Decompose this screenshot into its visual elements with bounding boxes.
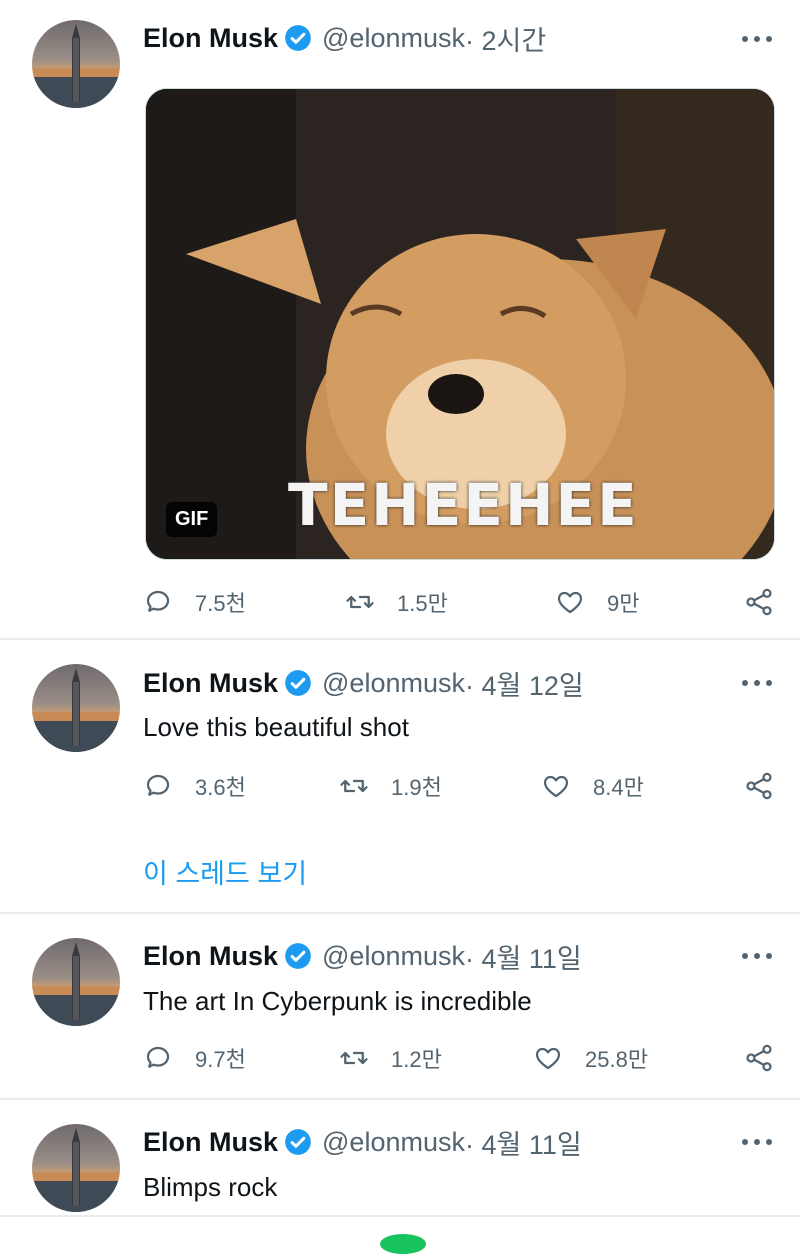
author-handle[interactable]: @elonmusk	[322, 941, 465, 972]
reply-icon	[146, 774, 170, 796]
like-count: 25.8만	[585, 1047, 649, 1072]
more-options-icon[interactable]	[742, 946, 772, 966]
retweet-button[interactable]: 1.9천	[339, 768, 442, 804]
tweet[interactable]: Elon Musk @elonmusk · 4월 11일 Blimps rock	[0, 1100, 800, 1241]
gif-media[interactable]: TEHEEHEE GIF	[145, 88, 775, 560]
like-count: 9만	[607, 591, 640, 616]
show-thread-link[interactable]: 이 스레드 보기	[143, 852, 307, 891]
avatar-image	[32, 942, 120, 1026]
share-button[interactable]	[743, 584, 775, 620]
reply-count: 7.5천	[195, 591, 246, 616]
share-icon	[746, 1044, 772, 1072]
verified-badge-icon	[285, 670, 311, 696]
retweet-icon	[340, 779, 368, 793]
verified-badge-icon	[285, 25, 311, 51]
tweet-time[interactable]: · 4월 12일	[465, 664, 584, 703]
tweet-text: Love this beautiful shot	[143, 712, 409, 742]
avatar[interactable]	[32, 664, 120, 752]
gif-caption: TEHEEHEE	[288, 471, 639, 539]
verified-badge-icon	[285, 1129, 311, 1155]
avatar[interactable]	[32, 20, 120, 108]
retweet-icon	[340, 1051, 368, 1065]
share-button[interactable]	[743, 1040, 775, 1076]
retweet-button[interactable]: 1.2만	[339, 1040, 442, 1076]
tweet-time[interactable]: · 2시간	[465, 19, 546, 58]
retweet-count: 1.2만	[391, 1047, 442, 1072]
like-button[interactable]: 9만	[555, 584, 639, 620]
more-options-icon[interactable]	[742, 673, 772, 693]
tweet[interactable]: Elon Musk @elonmusk · 4월 12일 Love this b…	[0, 640, 800, 914]
reply-count: 3.6천	[195, 775, 246, 800]
retweet-icon	[346, 595, 374, 609]
like-icon	[535, 1047, 561, 1070]
tweet[interactable]: Elon Musk @elonmusk · 2시간 TEHEEHEE GIF 7…	[0, 0, 800, 640]
compose-fab[interactable]	[380, 1234, 426, 1254]
author-name[interactable]: Elon Musk	[143, 1127, 278, 1158]
like-icon	[557, 591, 583, 614]
author-handle[interactable]: @elonmusk	[322, 1127, 465, 1158]
avatar-image	[32, 668, 120, 752]
avatar-image	[32, 1128, 120, 1212]
avatar-image	[32, 24, 120, 108]
gif-badge: GIF	[166, 502, 218, 537]
tweet-text: Blimps rock	[143, 1172, 278, 1202]
like-button[interactable]: 8.4만	[541, 768, 644, 804]
reply-button[interactable]: 3.6천	[143, 768, 246, 804]
divider	[0, 1215, 800, 1217]
tweet-text: The art In Cyberpunk is incredible	[143, 986, 532, 1016]
share-button[interactable]	[743, 768, 775, 804]
retweet-button[interactable]: 1.5만	[345, 584, 448, 620]
more-options-icon[interactable]	[742, 1132, 772, 1152]
author-name[interactable]: Elon Musk	[143, 668, 278, 699]
tweet-time[interactable]: · 4월 11일	[465, 1123, 582, 1162]
reply-icon	[146, 590, 170, 612]
avatar[interactable]	[32, 1124, 120, 1212]
share-icon	[746, 588, 772, 616]
retweet-count: 1.9천	[391, 775, 442, 800]
reply-icon	[146, 1046, 170, 1068]
like-count: 8.4만	[593, 775, 644, 800]
reply-button[interactable]: 9.7천	[143, 1040, 246, 1076]
reply-button[interactable]: 7.5천	[143, 584, 246, 620]
retweet-count: 1.5만	[397, 591, 448, 616]
reply-count: 9.7천	[195, 1047, 246, 1072]
avatar[interactable]	[32, 938, 120, 1026]
author-handle[interactable]: @elonmusk	[322, 23, 465, 54]
tweet[interactable]: Elon Musk @elonmusk · 4월 11일 The art In …	[0, 914, 800, 1100]
author-name[interactable]: Elon Musk	[143, 23, 278, 54]
tweet-time[interactable]: · 4월 11일	[465, 937, 582, 976]
verified-badge-icon	[285, 943, 311, 969]
share-icon	[746, 772, 772, 800]
like-button[interactable]: 25.8만	[533, 1040, 648, 1076]
author-handle[interactable]: @elonmusk	[322, 668, 465, 699]
author-name[interactable]: Elon Musk	[143, 941, 278, 972]
more-options-icon[interactable]	[742, 29, 772, 49]
like-icon	[543, 775, 569, 798]
